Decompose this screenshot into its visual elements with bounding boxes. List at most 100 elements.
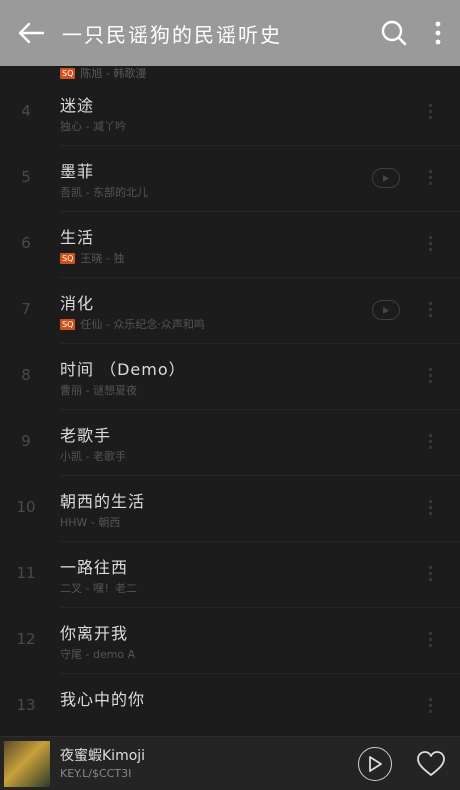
song-more-button[interactable] bbox=[418, 228, 442, 258]
play-icon bbox=[369, 756, 382, 772]
dot bbox=[428, 169, 432, 173]
arrow-left-icon bbox=[18, 22, 45, 44]
sq-badge: SQ bbox=[60, 252, 76, 264]
dot bbox=[428, 637, 432, 641]
song-more-button[interactable] bbox=[418, 96, 442, 126]
song-more-button[interactable] bbox=[418, 492, 442, 522]
track-number: 12 bbox=[16, 630, 36, 648]
song-title: 老歌手 bbox=[60, 426, 112, 445]
song-meta-line: 独心 - 减丫吟 bbox=[60, 118, 126, 134]
dot bbox=[428, 505, 432, 509]
play-button[interactable] bbox=[358, 747, 392, 781]
song-meta-line: 二叉 - 嘿！老二 bbox=[60, 580, 137, 596]
song-row[interactable]: 8 时间 （Demo） 曹丽 - 谜想夏夜 bbox=[0, 344, 460, 410]
song-title: 你离开我 bbox=[60, 624, 129, 643]
song-row[interactable]: 5 墨菲吾凯 - 东部的北儿 bbox=[0, 146, 460, 212]
song-meta-line: HHW - 朝西 bbox=[60, 514, 120, 530]
favorite-button[interactable] bbox=[416, 749, 446, 779]
song-meta-line: SQ 王晓 - 独 bbox=[60, 250, 124, 266]
track-number: 6 bbox=[21, 234, 31, 252]
mv-button[interactable] bbox=[372, 300, 400, 320]
dot bbox=[428, 565, 432, 569]
song-title: 墨菲 bbox=[60, 162, 95, 181]
track-number: 13 bbox=[16, 696, 36, 714]
mv-play-icon bbox=[383, 174, 389, 182]
song-more-button[interactable] bbox=[418, 624, 442, 654]
song-row[interactable]: 9 老歌手 小凯 - 老歌手 bbox=[0, 410, 460, 476]
song-meta: 王晓 - 独 bbox=[80, 252, 125, 265]
search-button[interactable] bbox=[372, 0, 416, 66]
song-title: 一路往西 bbox=[60, 558, 129, 577]
mini-player[interactable]: 夜蜜蝦Kimoji KEY.L/$CCT3I bbox=[0, 736, 460, 790]
dot bbox=[428, 709, 432, 713]
song-more-button[interactable] bbox=[418, 360, 442, 390]
song-meta: 独心 - 减丫吟 bbox=[60, 120, 126, 133]
song-row[interactable]: 6 生活 SQ 王晓 - 独 bbox=[0, 212, 460, 278]
song-row[interactable]: 10 朝西的生活 HHW - 朝西 bbox=[0, 476, 460, 542]
track-number: 5 bbox=[21, 168, 31, 186]
song-meta-line: 小凯 - 老歌手 bbox=[60, 448, 126, 464]
song-meta: 陈旭 - 韩歌漫 bbox=[80, 67, 147, 80]
dot bbox=[428, 445, 432, 449]
song-title: 我心中的你 bbox=[60, 690, 146, 709]
now-playing-artist: KEY.L/$CCT3I bbox=[60, 767, 132, 780]
song-row[interactable]: 13 我心中的你 bbox=[0, 674, 460, 736]
heart-icon bbox=[417, 751, 445, 776]
dot bbox=[428, 373, 432, 377]
dot bbox=[428, 439, 432, 443]
song-row[interactable]: 12 你离开我守尾 - demo A bbox=[0, 608, 460, 674]
dot bbox=[428, 307, 432, 311]
search-icon bbox=[381, 20, 407, 46]
sq-badge: SQ bbox=[60, 67, 76, 79]
song-more-button[interactable] bbox=[418, 690, 442, 720]
dot bbox=[428, 703, 432, 707]
dot bbox=[428, 115, 432, 119]
dot bbox=[428, 301, 432, 305]
track-number: 11 bbox=[16, 564, 36, 582]
dot bbox=[428, 433, 432, 437]
dot bbox=[428, 175, 432, 179]
song-title: 朝西的生活 bbox=[60, 492, 146, 511]
dot bbox=[428, 313, 432, 317]
dot bbox=[428, 109, 432, 113]
song-title: 迷途 bbox=[60, 96, 95, 115]
mv-play-icon bbox=[383, 306, 389, 314]
dot bbox=[428, 571, 432, 575]
song-more-button[interactable] bbox=[418, 558, 442, 588]
song-row[interactable]: 4 迷途独心 - 减丫吟 bbox=[0, 80, 460, 146]
song-meta-line: SQ 任仙 - 众乐纪念·众声和鸣 bbox=[60, 316, 205, 332]
song-more-button[interactable] bbox=[418, 294, 442, 324]
dot bbox=[428, 181, 432, 185]
page-title: 一只民谣狗的民谣听史 bbox=[62, 22, 282, 47]
mv-button[interactable] bbox=[372, 168, 400, 188]
dot bbox=[428, 103, 432, 107]
song-meta: 小凯 - 老歌手 bbox=[60, 450, 126, 463]
back-button[interactable] bbox=[0, 0, 62, 66]
dot bbox=[428, 643, 432, 647]
overflow-menu-button[interactable] bbox=[416, 0, 460, 66]
song-meta: 任仙 - 众乐纪念·众声和鸣 bbox=[80, 318, 205, 331]
song-more-button[interactable] bbox=[418, 426, 442, 456]
song-row[interactable]: 11 一路往西二叉 - 嘿！老二 bbox=[0, 542, 460, 608]
sq-badge: SQ bbox=[60, 318, 76, 330]
track-number: 7 bbox=[21, 300, 31, 318]
song-meta-line: 守尾 - demo A bbox=[60, 646, 135, 662]
song-meta: 吾凯 - 东部的北儿 bbox=[60, 186, 148, 199]
song-meta: 曹丽 - 谜想夏夜 bbox=[60, 384, 137, 397]
album-cover[interactable] bbox=[4, 741, 50, 787]
dot bbox=[428, 511, 432, 515]
track-number: 10 bbox=[16, 498, 36, 516]
song-row[interactable]: 7 消化 SQ 任仙 - 众乐纪念·众声和鸣 bbox=[0, 278, 460, 344]
song-more-button[interactable] bbox=[418, 162, 442, 192]
dot bbox=[428, 499, 432, 503]
partial-row: SQ 陈旭 - 韩歌漫 bbox=[60, 66, 146, 80]
dot bbox=[428, 577, 432, 581]
more-vertical-icon bbox=[435, 21, 441, 45]
song-title: 生活 bbox=[60, 228, 95, 247]
track-number: 4 bbox=[21, 102, 31, 120]
top-app-bar: 一只民谣狗的民谣听史 bbox=[0, 0, 460, 66]
dot bbox=[428, 367, 432, 371]
song-title: 时间 （Demo） bbox=[60, 360, 186, 379]
song-meta: HHW - 朝西 bbox=[60, 516, 121, 529]
dot bbox=[428, 247, 432, 251]
